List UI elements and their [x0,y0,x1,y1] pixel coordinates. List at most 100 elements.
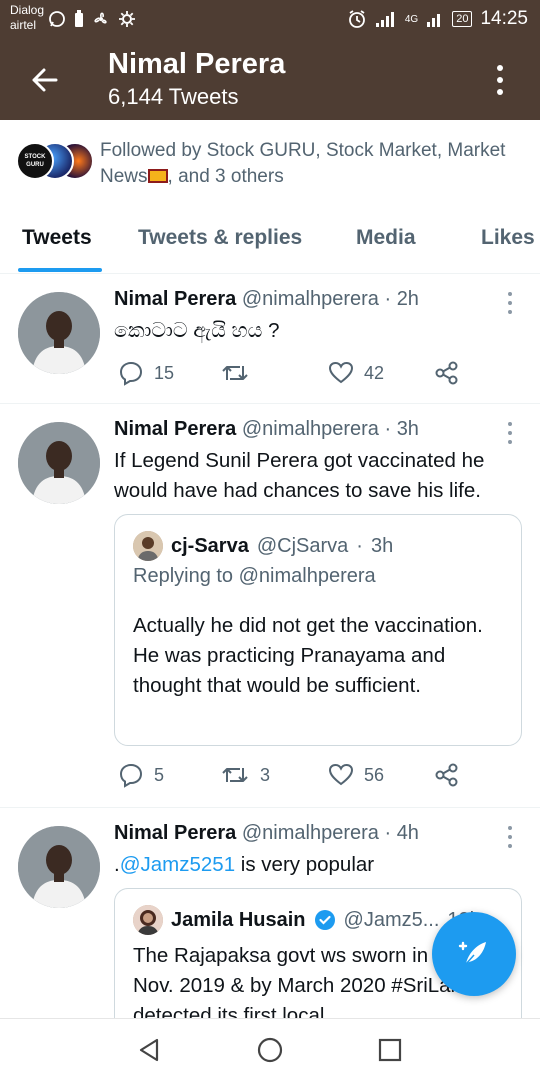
quoted-avatar-image [133,531,163,561]
followed-by-text: Followed by Stock GURU, Stock Market, Ma… [100,138,530,190]
back-button[interactable] [26,62,62,98]
tweet-author-name[interactable]: Nimal Perera [114,418,236,440]
menu-dot [508,431,512,435]
system-navigation-bar [0,1018,540,1080]
compose-feather-icon [458,941,486,965]
tweet[interactable]: Nimal Perera @nimalhperera · 2h කොටාට ඇය… [0,274,540,404]
avatar-image [18,826,100,908]
tweet-text: කොටාට ඇයි හය ? [114,319,280,342]
followed-by-others: , and 3 others [167,166,284,187]
dot-separator: · [356,534,363,557]
tweet-author-name[interactable]: Nimal Perera [114,288,236,310]
tweet-text-suffix: is very popular [235,853,375,876]
tweet-handle: @nimalhperera [241,418,379,440]
profile-tabs: Tweets Tweets & replies Media Likes [0,212,540,274]
tweet-time: 2h [396,288,419,310]
carrier-line-2: airtel [10,18,37,32]
tab-media[interactable]: Media [356,226,416,250]
carrier-label: Dialog airtel [10,3,44,33]
circle-home-icon [257,1037,283,1063]
more-options-button[interactable] [490,62,510,98]
quoted-author-name: cj-Sarva [171,534,249,557]
heart-icon [328,361,354,384]
avatar-logo-text: STOCK GURU [24,154,46,168]
replying-to: Replying to @nimalhperera [133,565,376,587]
nav-recents-button[interactable] [375,1035,405,1065]
menu-dot [508,826,512,830]
menu-dot [508,440,512,444]
tweet-text: If Legend Sunil Perera got vaccinated he… [114,449,485,502]
tweet-header: Nimal Perera @nimalhperera · 3h [114,418,419,441]
reply-icon [119,361,143,386]
carrier-line-1: Dialog [10,3,45,17]
fan-icon [94,12,107,24]
like-button[interactable]: 42 [328,360,384,386]
tweet-handle: @nimalhperera [241,822,379,844]
menu-dot [508,292,512,296]
like-count: 56 [364,764,385,785]
quoted-avatar-image [133,905,163,935]
tab-likes[interactable]: Likes [481,226,535,250]
tweet-time: 3h [396,418,419,440]
tweet-actions: 15 42 [114,360,474,390]
reply-button[interactable]: 5 [118,762,164,788]
signal-icon-2 [427,14,441,27]
quoted-avatar [133,905,163,935]
triangle-back-icon [139,1038,159,1062]
avatar[interactable] [18,292,100,374]
retweet-button[interactable] [220,360,260,386]
battery-alert-icon [75,10,83,27]
quoted-tweet-header: cj-Sarva @CjSarva · 3h [133,531,393,561]
retweet-icon [222,366,248,380]
nav-back-button[interactable] [135,1035,165,1065]
menu-dot [508,310,512,314]
like-button[interactable]: 56 [328,762,384,788]
tweet-text: .@Jamz5251 is very popular [114,850,374,880]
profile-header: Nimal Perera 6,144 Tweets [0,40,540,120]
reply-button[interactable]: 15 [118,360,174,386]
avatar-image [18,292,100,374]
dot-separator: · [384,822,392,844]
retweet-count: 3 [260,764,271,785]
retweet-icon [222,768,248,782]
reply-count: 15 [154,362,175,383]
nav-home-button[interactable] [255,1035,285,1065]
signal-icon [375,12,394,27]
active-tab-indicator [18,268,102,272]
avatar[interactable] [18,422,100,504]
menu-dot [508,835,512,839]
battery-level: 20 [452,11,473,27]
quoted-text: Actually he did not get the vaccination.… [133,614,483,697]
notification-icons [48,10,136,28]
tweet-menu-button[interactable] [506,422,514,444]
tweet[interactable]: Nimal Perera @nimalhperera · 3h If Legen… [0,404,540,808]
share-button[interactable] [434,762,460,788]
whatsapp-icon [49,11,65,27]
more-dot [497,65,503,71]
retweet-button[interactable]: 3 [220,762,270,788]
tweet-author-name[interactable]: Nimal Perera [114,822,236,844]
tweet-menu-button[interactable] [506,826,514,848]
follower-avatar-stock-guru: STOCK GURU [16,142,54,180]
tab-tweets[interactable]: Tweets [22,226,92,250]
reply-count: 5 [154,764,165,785]
quoted-handle: @CjSarva [256,534,349,557]
heart-icon [328,763,354,786]
more-dot [497,77,503,83]
avatar-image [18,422,100,504]
tweet-time: 4h [396,822,419,844]
share-button[interactable] [434,360,460,386]
like-count: 42 [364,362,385,383]
network-type-label: 4G [404,13,419,25]
quoted-time: 3h [370,534,394,557]
tweet-menu-button[interactable] [506,292,514,314]
mention-link[interactable]: @Jamz5251 [120,853,235,876]
menu-dot [508,844,512,848]
settings-gear-icon [119,11,135,27]
quoted-author-name: Jamila Husain [171,908,306,931]
compose-tweet-button[interactable] [432,912,516,996]
tab-tweets-replies[interactable]: Tweets & replies [138,226,302,250]
quoted-tweet[interactable]: cj-Sarva @CjSarva · 3h Replying to @nima… [114,514,522,746]
followed-by-row[interactable]: STOCK GURU Followed by Stock GURU, Stock… [0,120,540,210]
avatar[interactable] [18,826,100,908]
